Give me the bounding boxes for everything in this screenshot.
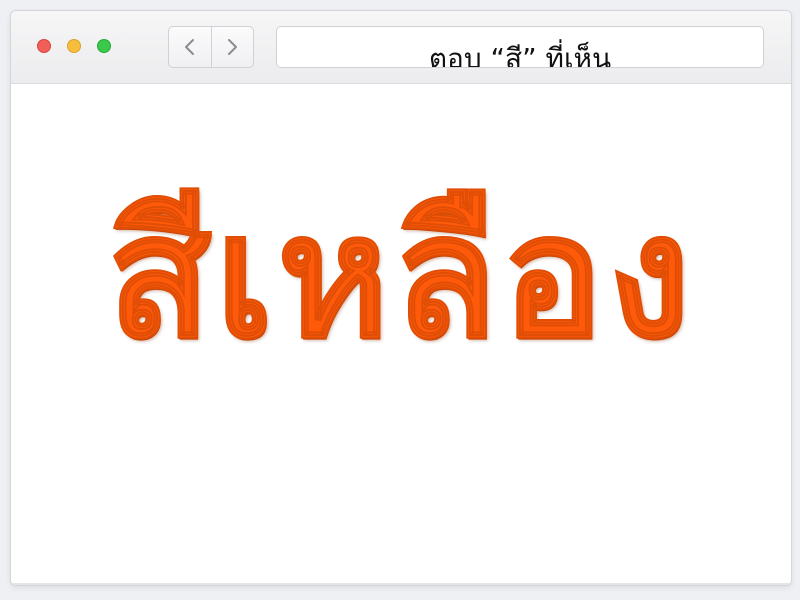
zoom-window-button[interactable] — [97, 39, 111, 53]
page-content: สีเหลือง — [11, 84, 791, 585]
forward-button[interactable] — [210, 27, 254, 67]
navigation-buttons — [168, 26, 254, 68]
close-window-button[interactable] — [37, 39, 51, 53]
minimize-window-button[interactable] — [67, 39, 81, 53]
browser-window: ตอบ “สี” ที่เห็น สีเหลือง — [10, 10, 792, 586]
address-bar[interactable]: ตอบ “สี” ที่เห็น — [276, 26, 764, 68]
color-word: สีเหลือง — [106, 177, 695, 377]
chevron-left-icon — [184, 39, 194, 55]
window-bottom-edge — [11, 583, 791, 585]
chevron-right-icon — [228, 39, 238, 55]
back-button[interactable] — [169, 27, 211, 67]
browser-toolbar: ตอบ “สี” ที่เห็น — [11, 11, 791, 84]
address-bar-text: ตอบ “สี” ที่เห็น — [428, 42, 612, 68]
